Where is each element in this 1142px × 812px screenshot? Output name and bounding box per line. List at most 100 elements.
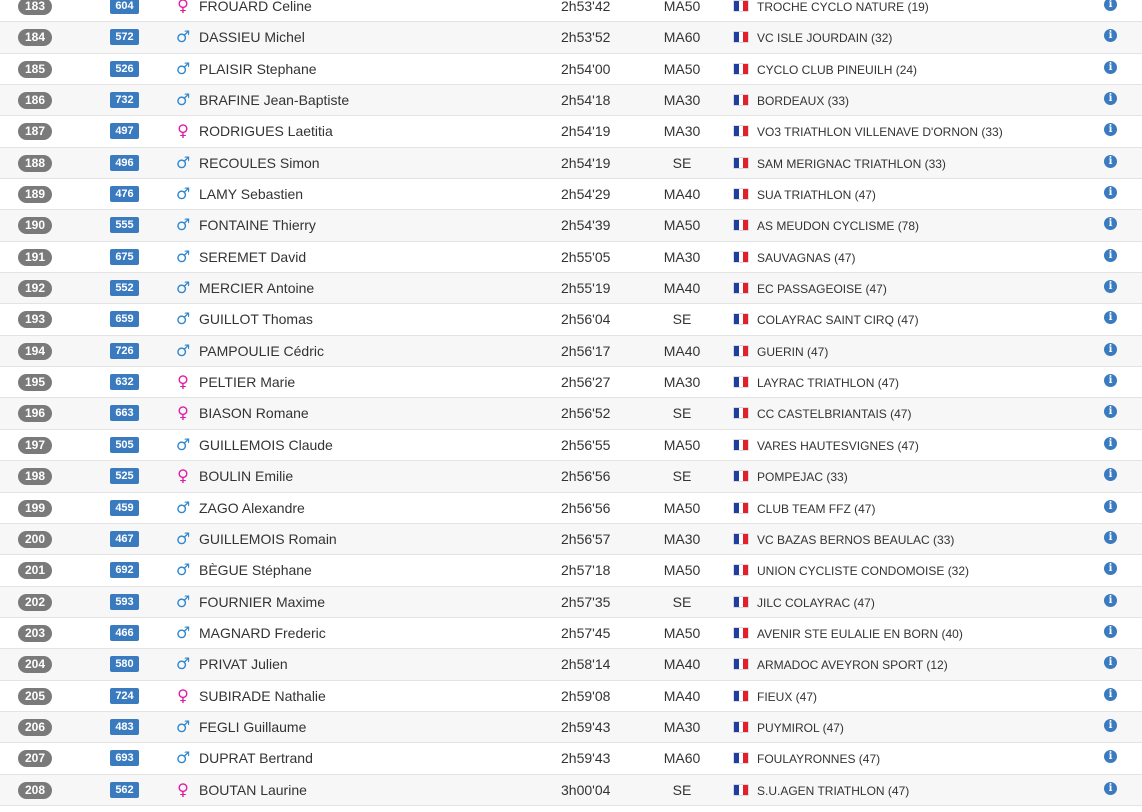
athlete-name: DASSIEU Michel (199, 29, 305, 46)
info-icon[interactable]: i (1104, 718, 1117, 732)
result-row: 187 497 ♀ RODRIGUES Laetitia 2h54'19 MA30 VO3 … (0, 116, 1142, 148)
category: MA30 (663, 248, 701, 265)
athlete-name: SEREMET David (199, 248, 307, 265)
athlete-name: PRIVAT Julien (199, 656, 288, 673)
rank-badge: 193 (18, 311, 52, 329)
club-name: VC BAZAS BERNOS BEAULAC (33) (757, 532, 955, 547)
male-icon: ♂ (176, 309, 191, 329)
club-name: AS MEUDON CYCLISME (78) (757, 219, 920, 234)
male-icon: ♂ (176, 748, 191, 768)
rank-badge: 197 (18, 436, 52, 454)
female-icon: ♀ (177, 121, 189, 141)
male-icon: ♂ (176, 215, 191, 235)
french-flag-icon (734, 377, 749, 388)
bib-badge: 555 (110, 217, 139, 234)
finish-time: 2h53'42 (561, 0, 611, 14)
bib-badge: 497 (110, 123, 139, 140)
bib-badge: 732 (110, 92, 139, 109)
result-row: 195 632 ♀ PELTIER Marie 2h56'27 MA30 LAYRAC TR… (0, 367, 1142, 399)
info-icon[interactable]: i (1104, 60, 1117, 74)
info-icon[interactable]: i (1104, 468, 1117, 482)
category: SE (672, 311, 692, 328)
info-icon[interactable]: i (1104, 499, 1117, 513)
athlete-name: DUPRAT Bertrand (199, 750, 313, 767)
rank-badge: 186 (18, 92, 52, 110)
finish-time: 2h56'55 (561, 436, 611, 453)
info-icon[interactable]: i (1104, 562, 1117, 576)
rank-badge: 194 (18, 342, 52, 360)
info-icon[interactable]: i (1104, 530, 1117, 544)
result-row: 183 604 ♀ FROUARD Celine 2h53'42 MA50 TROCHE C… (0, 0, 1142, 23)
info-icon[interactable]: i (1104, 436, 1117, 450)
rank-badge: 191 (18, 248, 52, 266)
info-icon[interactable]: i (1104, 656, 1117, 670)
result-row: 189 476 ♂ LAMY Sebastien 2h54'29 MA40 SUA TRIA… (0, 179, 1142, 211)
rank-badge: 187 (18, 123, 52, 141)
category: MA50 (663, 624, 701, 641)
info-icon[interactable]: i (1104, 92, 1117, 106)
result-row: 206 483 ♂ FEGLI Guillaume 2h59'43 MA30 PUYMIRO… (0, 711, 1142, 744)
info-icon[interactable]: i (1104, 593, 1117, 607)
info-icon[interactable]: i (1104, 123, 1117, 137)
category: MA60 (663, 750, 701, 767)
info-icon[interactable]: i (1104, 405, 1117, 419)
french-flag-icon (734, 784, 749, 795)
category: MA50 (663, 562, 701, 579)
french-flag-icon (734, 314, 749, 325)
info-icon[interactable]: i (1104, 781, 1117, 795)
athlete-name: RECOULES Simon (199, 154, 320, 171)
finish-time: 2h56'56 (561, 468, 611, 485)
result-row: 197 505 ♂ GUILLEMOIS Claude 2h56'55 MA50 VARES… (0, 430, 1142, 462)
french-flag-icon (734, 283, 749, 294)
info-icon[interactable]: i (1104, 186, 1117, 200)
info-icon[interactable]: i (1104, 29, 1117, 43)
club-name: BORDEAUX (33) (757, 94, 850, 109)
result-row: 192 552 ♂ MERCIER Antoine 2h55'19 MA40 EC PASS… (0, 273, 1142, 305)
finish-time: 2h59'08 (561, 687, 611, 704)
bib-badge: 466 (110, 624, 139, 641)
info-icon[interactable]: i (1104, 248, 1117, 262)
info-icon[interactable]: i (1104, 750, 1117, 764)
rank-badge: 188 (18, 154, 52, 172)
result-row: 184 572 ♂ DASSIEU Michel 2h53'52 MA60 VC ISLE … (0, 22, 1142, 54)
bib-badge: 496 (110, 154, 139, 171)
club-name: VARES HAUTESVIGNES (47) (757, 438, 919, 453)
info-icon[interactable]: i (1104, 0, 1117, 11)
info-icon[interactable]: i (1104, 624, 1117, 638)
rank-badge: 205 (18, 687, 52, 705)
info-icon[interactable]: i (1104, 687, 1117, 701)
category: MA40 (663, 687, 701, 704)
female-icon: ♀ (177, 372, 189, 392)
athlete-name: MAGNARD Frederic (199, 624, 326, 641)
results-table: 183 604 ♀ FROUARD Celine 2h53'42 MA50 TROCHE C… (0, 0, 1142, 806)
bib-badge: 724 (110, 687, 139, 704)
athlete-name: BIASON Romane (199, 405, 309, 422)
bib-badge: 483 (110, 718, 139, 735)
club-name: LAYRAC TRIATHLON (47) (757, 376, 900, 391)
category: SE (672, 781, 692, 798)
info-icon[interactable]: i (1104, 342, 1117, 356)
rank-badge: 201 (18, 562, 52, 580)
rank-badge: 199 (18, 499, 52, 517)
info-icon[interactable]: i (1104, 154, 1117, 168)
club-name: PUYMIROL (47) (757, 720, 844, 735)
rank-badge: 198 (18, 468, 52, 486)
info-icon[interactable]: i (1104, 311, 1117, 325)
club-name: COLAYRAC SAINT CIRQ (47) (757, 313, 919, 328)
club-name: FIEUX (47) (757, 689, 818, 704)
french-flag-icon (734, 627, 749, 638)
category: MA30 (663, 123, 701, 140)
rank-badge: 204 (18, 656, 52, 674)
info-icon[interactable]: i (1104, 374, 1117, 388)
athlete-name: FROUARD Celine (199, 0, 312, 14)
female-icon: ♀ (177, 685, 189, 705)
finish-time: 2h56'17 (561, 342, 611, 359)
info-icon[interactable]: i (1104, 217, 1117, 231)
rank-badge: 208 (18, 781, 52, 799)
info-icon[interactable]: i (1104, 280, 1117, 294)
athlete-name: BOUTAN Laurine (199, 781, 307, 798)
french-flag-icon (734, 126, 749, 137)
club-name: EC PASSAGEOISE (47) (757, 282, 887, 297)
category: SE (672, 468, 692, 485)
athlete-name: PAMPOULIE Cédric (199, 342, 324, 359)
